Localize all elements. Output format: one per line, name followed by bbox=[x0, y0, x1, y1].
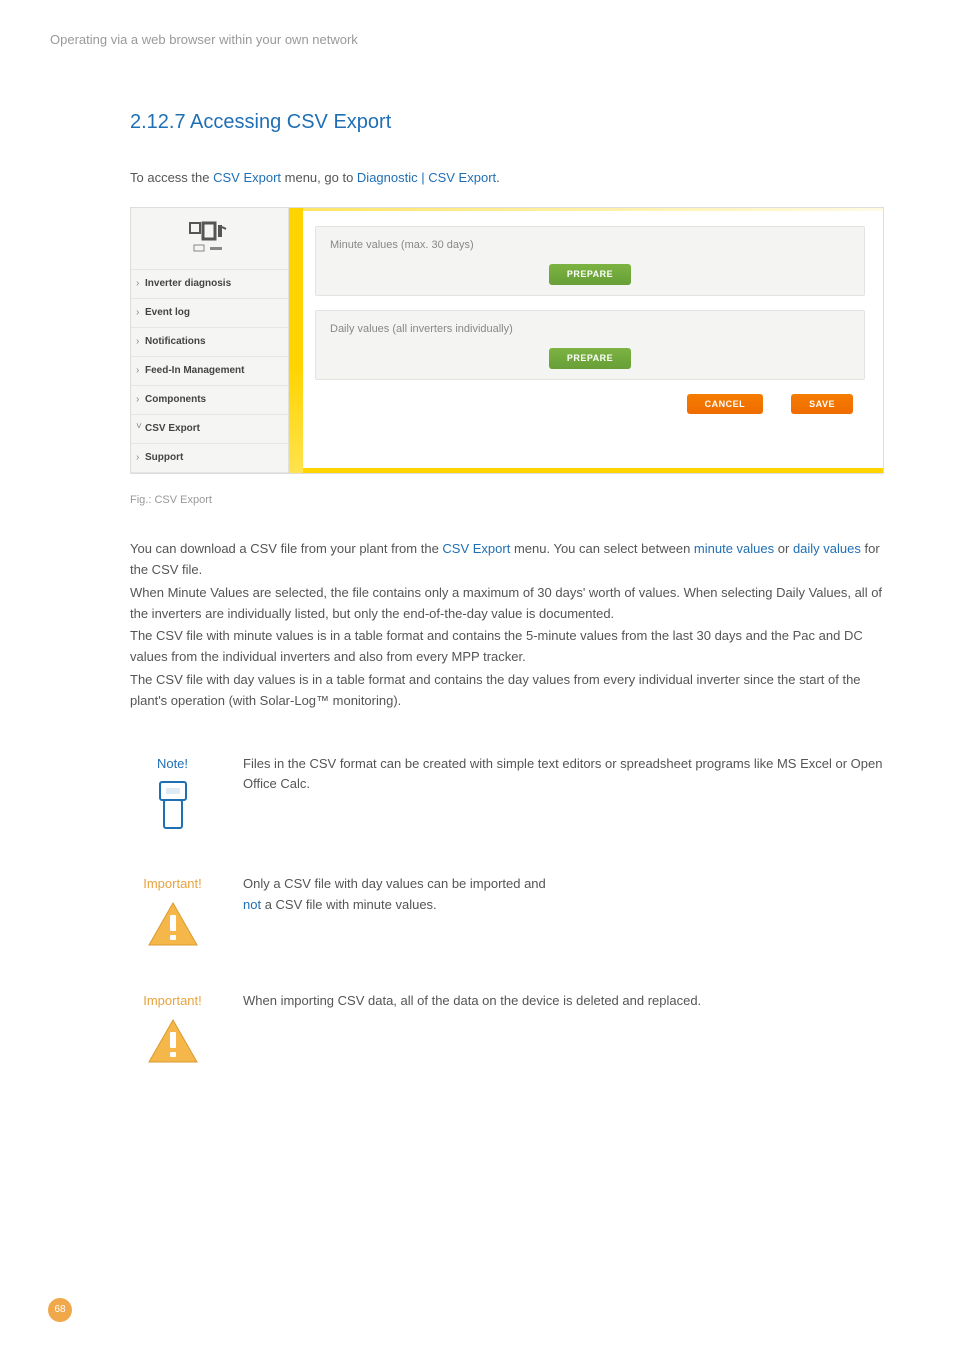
yellow-accent-left bbox=[289, 208, 303, 473]
section-title: 2.12.7 Accessing CSV Export bbox=[130, 106, 884, 138]
intro-pre: To access the bbox=[130, 170, 213, 185]
important2-text: When importing CSV data, all of the data… bbox=[243, 991, 701, 1012]
p1-pre: You can download a CSV file from your pl… bbox=[130, 541, 442, 556]
save-button[interactable]: SAVE bbox=[791, 394, 853, 414]
figure-caption: Fig.: CSV Export bbox=[130, 492, 884, 510]
yellow-accent-bottom bbox=[303, 468, 883, 473]
sidebar-item-feed-in-management[interactable]: Feed-In Management bbox=[131, 357, 288, 386]
note-label: Note! bbox=[130, 754, 215, 775]
p1-mid: menu. You can select between bbox=[510, 541, 694, 556]
action-row: CANCEL SAVE bbox=[315, 394, 865, 414]
body-p1: You can download a CSV file from your pl… bbox=[130, 539, 884, 581]
important1-body: Only a CSV file with day values can be i… bbox=[243, 874, 546, 916]
screenshot-main: Minute values (max. 30 days) PREPARE Dai… bbox=[289, 208, 883, 473]
body-p4: The CSV file with day values is in a tab… bbox=[130, 670, 884, 712]
panel-daily-title: Daily values (all inverters individually… bbox=[330, 321, 850, 339]
intro-mid: menu, go to bbox=[281, 170, 357, 185]
imp1-hl: not bbox=[243, 897, 261, 912]
sidebar-item-notifications[interactable]: Notifications bbox=[131, 328, 288, 357]
cancel-button[interactable]: CANCEL bbox=[687, 394, 764, 414]
panel-minute-values: Minute values (max. 30 days) PREPARE bbox=[315, 226, 865, 296]
warning-icon bbox=[145, 899, 201, 949]
page-number: 68 bbox=[48, 1298, 72, 1322]
intro-hl1: CSV Export bbox=[213, 170, 281, 185]
panel-minute-title: Minute values (max. 30 days) bbox=[330, 237, 850, 255]
p1-or: or bbox=[774, 541, 793, 556]
sidebar-item-components[interactable]: Components bbox=[131, 386, 288, 415]
sidebar-item-event-log[interactable]: Event log bbox=[131, 299, 288, 328]
sidebar-item-inverter-diagnosis[interactable]: Inverter diagnosis bbox=[131, 270, 288, 299]
prepare-minute-button[interactable]: PREPARE bbox=[549, 264, 631, 284]
yellow-accent-top bbox=[303, 208, 883, 211]
note-text: Files in the CSV format can be created w… bbox=[243, 754, 884, 796]
intro-line: To access the CSV Export menu, go to Dia… bbox=[130, 168, 884, 189]
imp1-line1: Only a CSV file with day values can be i… bbox=[243, 876, 546, 891]
important1-label: Important! bbox=[130, 874, 215, 895]
callout-note: Note! Files in the CSV format can be cre… bbox=[130, 754, 884, 833]
callout-important-2: Important! When importing CSV data, all … bbox=[130, 991, 884, 1066]
page-header: Operating via a web browser within your … bbox=[50, 30, 904, 51]
screenshot-csv-export: Inverter diagnosis Event log Notificatio… bbox=[130, 207, 884, 474]
imp1-line2: a CSV file with minute values. bbox=[261, 897, 437, 912]
p1-hl2: minute values bbox=[694, 541, 774, 556]
note-icon bbox=[152, 778, 194, 832]
prepare-daily-button[interactable]: PREPARE bbox=[549, 348, 631, 368]
important2-label: Important! bbox=[130, 991, 215, 1012]
callout-important-1: Important! Only a CSV file with day valu… bbox=[130, 874, 884, 949]
p1-hl3: daily values bbox=[793, 541, 861, 556]
body-p3: The CSV file with minute values is in a … bbox=[130, 626, 884, 668]
intro-post: . bbox=[496, 170, 500, 185]
screenshot-logo bbox=[131, 208, 288, 270]
warning-icon bbox=[145, 1016, 201, 1066]
logo-icon bbox=[188, 221, 232, 255]
sidebar-item-support[interactable]: Support bbox=[131, 444, 288, 473]
p1-hl1: CSV Export bbox=[442, 541, 510, 556]
panel-daily-values: Daily values (all inverters individually… bbox=[315, 310, 865, 380]
screenshot-sidebar: Inverter diagnosis Event log Notificatio… bbox=[131, 208, 289, 473]
intro-hl2: Diagnostic | CSV Export bbox=[357, 170, 496, 185]
body-p2: When Minute Values are selected, the fil… bbox=[130, 583, 884, 625]
sidebar-item-csv-export[interactable]: CSV Export bbox=[131, 415, 288, 444]
